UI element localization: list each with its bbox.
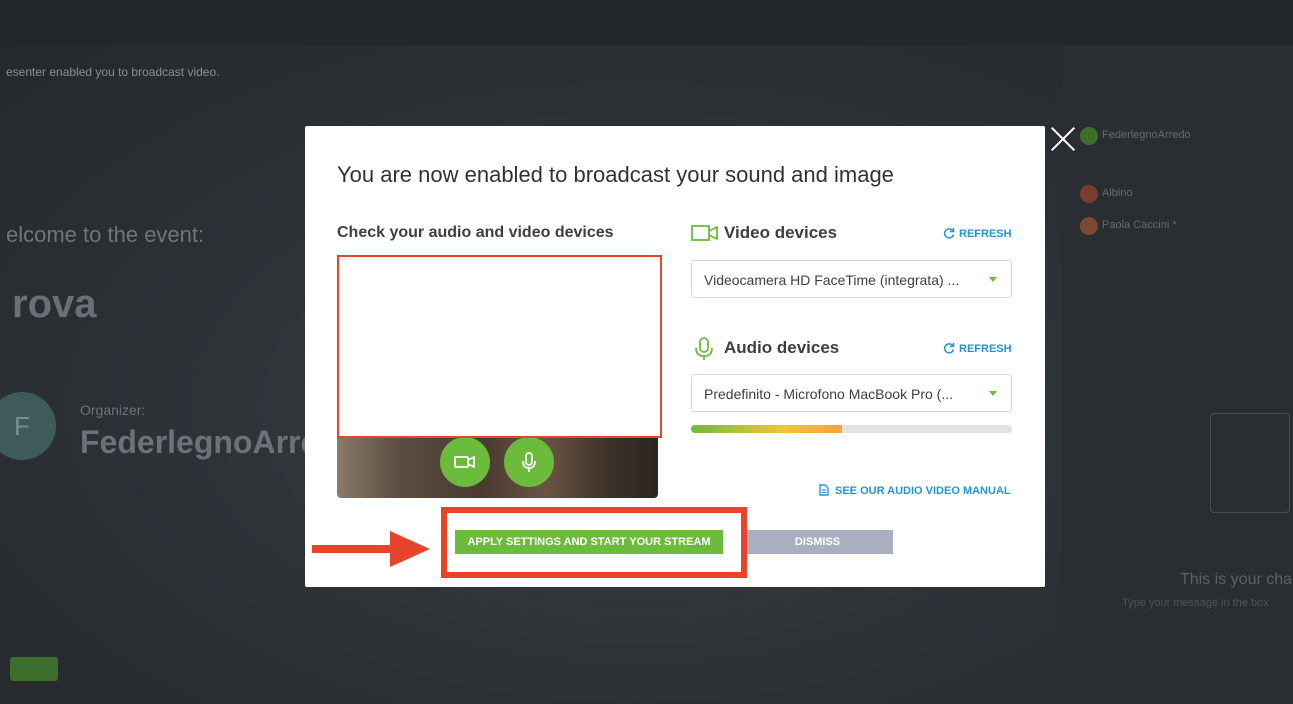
camera-icon (454, 456, 475, 468)
camera-feed-image (337, 437, 658, 498)
video-device-select[interactable]: Videocamera HD FaceTime (integrata) ... (691, 260, 1012, 298)
audio-video-manual-link[interactable]: SEE OUR AUDIO VIDEO MANUAL (819, 484, 1011, 497)
chat-illustration-icon (1210, 413, 1290, 513)
refresh-icon (943, 343, 955, 354)
dismiss-button[interactable]: DISMISS (742, 530, 893, 554)
toggle-video-button[interactable] (440, 437, 490, 487)
attendee-avatar (1080, 127, 1098, 145)
top-bar (0, 0, 1293, 45)
refresh-icon (943, 228, 955, 239)
video-device-value: Videocamera HD FaceTime (integrata) ... (704, 272, 960, 288)
dialog-title: You are now enabled to broadcast your so… (337, 162, 894, 187)
audio-device-value: Predefinito - Microfono MacBook Pro (... (704, 386, 953, 402)
attendee-name: Paola Caccini * (1102, 219, 1177, 231)
attendees-sidebar: FederlegnoArredo Albino Paola Caccini * … (1062, 45, 1293, 704)
toggle-mic-button[interactable] (504, 437, 554, 487)
dialog-subtitle: Check your audio and video devices (337, 224, 614, 241)
live-badge (10, 657, 58, 681)
close-icon[interactable] (1050, 126, 1076, 152)
attendee-name: FederlegnoArredo (1102, 129, 1191, 141)
microphone-icon (695, 337, 713, 360)
highlight-box-preview (337, 255, 662, 438)
arrow-annotation-icon (312, 531, 430, 567)
chevron-down-icon (989, 391, 997, 396)
attendee-avatar (1080, 217, 1098, 235)
refresh-audio-label: REFRESH (959, 343, 1012, 355)
event-name: rova (12, 282, 97, 326)
welcome-text: elcome to the event: (6, 222, 205, 247)
video-devices-label: Video devices (724, 223, 838, 242)
audio-level-fill (691, 425, 842, 433)
refresh-video-label: REFRESH (959, 228, 1012, 240)
attendee-avatar (1080, 185, 1098, 203)
chat-empty-title: This is your cha (1180, 571, 1293, 588)
chevron-down-icon (989, 277, 997, 282)
chat-empty-text: Type your message in the box (1122, 597, 1269, 609)
attendee-name: Albino (1102, 187, 1133, 199)
audio-device-select[interactable]: Predefinito - Microfono MacBook Pro (... (691, 374, 1012, 412)
refresh-audio-button[interactable]: REFRESH (943, 342, 1012, 355)
audio-level-meter (691, 425, 1012, 433)
document-icon (819, 484, 829, 496)
organizer-name: FederlegnoArre (80, 424, 319, 460)
camera-icon (691, 225, 718, 241)
refresh-video-button[interactable]: REFRESH (943, 227, 1012, 240)
audio-devices-label: Audio devices (724, 338, 840, 357)
microphone-icon (522, 452, 536, 472)
highlight-box-apply-button (441, 507, 747, 578)
manual-link-label: SEE OUR AUDIO VIDEO MANUAL (835, 485, 1011, 497)
organizer-label: Organizer: (80, 402, 146, 418)
broadcast-notice: esenter enabled you to broadcast video. (6, 65, 220, 79)
